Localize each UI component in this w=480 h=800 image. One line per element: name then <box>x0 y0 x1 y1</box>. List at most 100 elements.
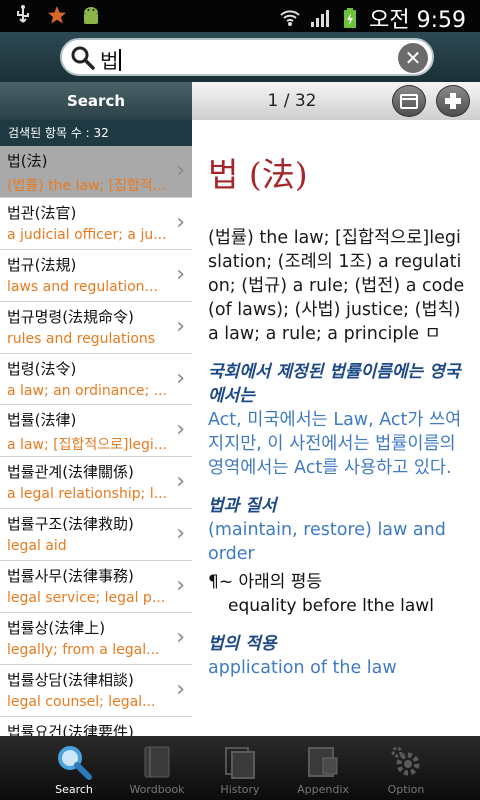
entry-title: 법 (法) <box>208 155 308 194</box>
folder-icon <box>400 94 418 109</box>
tab-appendix[interactable]: Appendix <box>283 736 363 800</box>
list-item[interactable]: 법령(法令) a law; an ordinance; ... › <box>0 354 192 406</box>
item-summary: legal aid <box>7 538 67 555</box>
list-item[interactable]: 법규(法規) laws and regulation... › <box>0 250 192 302</box>
section-heading: 법의 적용 <box>208 634 277 654</box>
item-headword: 법관(法官) <box>7 203 77 222</box>
tab-history[interactable]: History <box>200 736 280 800</box>
item-summary: rules and regulations <box>7 330 156 347</box>
item-headword: 법(法) <box>7 152 48 170</box>
search-icon <box>58 746 92 780</box>
item-summary: legal service; legal p... <box>7 590 166 607</box>
tab-label: History <box>220 783 260 796</box>
example-english: equality before lthe lawl <box>228 596 434 616</box>
entry-header: 1 / 32 <box>192 82 480 120</box>
list-item[interactable]: 법규명령(法規命令) rules and regulations › <box>0 302 192 354</box>
star-icon <box>48 6 66 24</box>
chevron-right-icon: › <box>176 676 185 702</box>
entry-section: 국회에서 제정된 법률이름에는 영국에서는 Act, 미국에서는 Law, Ac… <box>208 360 466 480</box>
tab-label: Search <box>55 783 93 796</box>
list-item[interactable]: 법률(法律) a law; [집합적으로]legi... › <box>0 405 192 458</box>
list-item[interactable]: 법률관계(法律關係) a legal relationship; l... › <box>0 457 192 510</box>
chevron-right-icon: › <box>176 417 185 443</box>
section-body: application of the law <box>208 658 397 678</box>
add-button[interactable] <box>436 85 470 117</box>
chevron-right-icon: › <box>176 625 185 651</box>
item-headword: 법률구조(法律救助) <box>7 515 134 534</box>
item-summary: a law; [집합적으로]legi... <box>7 437 166 454</box>
section-body: (maintain, restore) law and order <box>208 520 446 564</box>
usb-icon <box>17 5 29 23</box>
search-bar: 법 ✕ <box>0 32 480 82</box>
clear-search-button[interactable]: ✕ <box>398 43 428 73</box>
list-item[interactable]: 법률상담(法律相談) legal counsel; legal... › <box>0 665 192 717</box>
item-headword: 법률(法律) <box>7 411 77 430</box>
bottom-tab-bar: Search Wordbook History Appendix Option <box>0 736 480 800</box>
tab-label: Wordbook <box>129 783 185 796</box>
tab-label: Option <box>387 783 425 796</box>
history-icon <box>225 747 255 779</box>
chevron-right-icon: › <box>176 313 185 339</box>
close-icon: ✕ <box>404 46 422 70</box>
appendix-icon <box>308 747 338 777</box>
folder-button[interactable] <box>392 85 426 117</box>
list-item[interactable]: 법률요건(法律要件)› <box>0 717 192 736</box>
item-summary: a law; an ordinance; ... <box>7 382 166 399</box>
item-headword: 법률관계(法律關係) <box>7 463 134 482</box>
list-item[interactable]: 법률사무(法律事務) legal service; legal p... › <box>0 561 192 614</box>
item-headword: 법률상담(法律相談) <box>7 670 134 689</box>
item-headword: 법률요건(法律要件) <box>7 722 134 736</box>
chevron-right-icon: › <box>176 158 185 183</box>
chevron-right-icon: › <box>176 261 185 287</box>
item-summary: (법률) the law; [집합적... <box>7 178 166 194</box>
list-item[interactable]: 법관(法官) a judicial officer; a ju... › <box>0 198 192 250</box>
item-summary: legally; from a legal... <box>7 642 160 659</box>
item-summary: legal counsel; legal... <box>7 693 156 710</box>
tab-label: Appendix <box>297 783 349 796</box>
example-korean: ¶~ 아래의 평등 <box>208 572 323 592</box>
clock: 오전 9:59 <box>369 8 466 33</box>
search-input[interactable]: 법 ✕ <box>60 38 434 76</box>
chevron-right-icon: › <box>176 521 185 547</box>
tab-option[interactable]: Option <box>366 736 446 800</box>
status-bar: 오전 9:59 <box>0 0 480 33</box>
battery-icon <box>344 8 357 28</box>
chevron-right-icon: › <box>176 209 185 235</box>
item-headword: 법률상(法律上) <box>7 619 106 638</box>
entry-section: 법과 질서 (maintain, restore) law and order … <box>208 494 466 618</box>
search-value: 법 <box>100 49 119 73</box>
entry-content: 법 (法) (법률) the law; [집합적으로]legislation; … <box>192 120 480 736</box>
list-item[interactable]: 법률구조(法律救助) legal aid › <box>0 509 192 562</box>
item-summary: a legal relationship; l... <box>7 486 166 503</box>
text-caret <box>119 49 122 71</box>
search-tab-header: Search <box>0 82 192 120</box>
book-icon <box>144 746 170 778</box>
result-count: 검색된 항목 수 : 32 <box>0 120 192 146</box>
section-heading: 국회에서 제정된 법률이름에는 영국에서는 <box>208 362 461 406</box>
item-headword: 법령(法令) <box>7 359 77 378</box>
android-icon <box>84 7 98 24</box>
item-headword: 법규(法規) <box>7 255 77 274</box>
entry-section: 법의 적용 application of the law <box>208 632 466 680</box>
result-list: 법(法) (법률) the law; [집합적... › 법관(法官) a judic… <box>0 146 192 736</box>
section-heading: 법과 질서 <box>208 496 277 516</box>
gear-icon <box>391 746 420 776</box>
item-summary: a judicial officer; a ju... <box>7 226 166 243</box>
chevron-right-icon: › <box>176 573 185 599</box>
list-item[interactable]: 법률상(法律上) legally; from a legal... › <box>0 613 192 665</box>
chevron-right-icon: › <box>176 469 185 495</box>
plus-icon <box>445 93 461 109</box>
tab-wordbook[interactable]: Wordbook <box>117 736 197 800</box>
tab-search[interactable]: Search <box>34 736 114 800</box>
section-body: Act, 미국에서는 Law, Act가 쓰여지지만, 이 사전에서는 법률이름… <box>208 410 462 478</box>
item-headword: 법규명령(法規命令) <box>7 307 134 326</box>
wifi-icon <box>280 10 300 26</box>
item-summary: laws and regulation... <box>7 278 158 295</box>
page-indicator: 1 / 32 <box>267 91 317 111</box>
signal-icon <box>311 10 330 27</box>
chevron-right-icon: › <box>176 365 185 391</box>
list-item[interactable]: 법(法) (법률) the law; [집합적... › <box>0 146 192 198</box>
search-icon <box>71 46 95 70</box>
item-headword: 법률사무(法律事務) <box>7 567 134 586</box>
entry-definition: (법률) the law; [집합적으로]legislation; (조례의 1… <box>208 228 465 344</box>
